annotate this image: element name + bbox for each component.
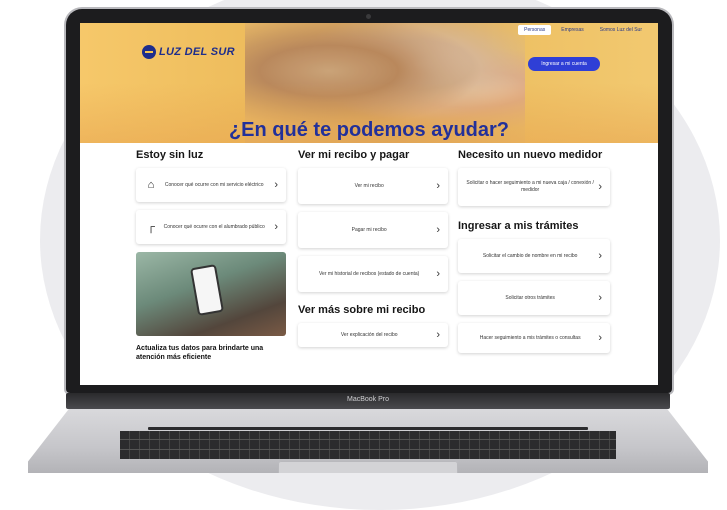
chevron-right-icon: ›	[598, 292, 602, 304]
brand-logo[interactable]: LUZ DEL SUR	[142, 45, 235, 59]
hinge: MacBook Pro	[66, 393, 670, 409]
top-nav: Personas Empresas Somos Luz del Sur	[518, 25, 648, 35]
card-explicacion-recibo[interactable]: Ver explicación del recibo ›	[298, 323, 448, 347]
logo-text: LUZ DEL SUR	[159, 46, 235, 58]
nav-empresas[interactable]: Empresas	[555, 25, 590, 35]
card-label: Solicitar el cambio de nombre en mi reci…	[482, 252, 578, 259]
card-label: Solicitar o hacer seguimiento a mi nueva…	[466, 180, 594, 193]
hero-banner: Personas Empresas Somos Luz del Sur LUZ …	[80, 23, 658, 143]
laptop-base: MacBook Pro	[28, 393, 708, 483]
promo-text[interactable]: Actualiza tus datos para brindarte una a…	[136, 344, 286, 362]
column-recibo: Ver mi recibo y pagar Ver mi recibo › Pa…	[298, 149, 448, 355]
card-ver-recibo[interactable]: Ver mi recibo ›	[298, 168, 448, 204]
column-sin-luz: Estoy sin luz ⌂ Conocer qué ocurre con m…	[136, 149, 286, 362]
touch-bar	[148, 427, 588, 430]
chevron-right-icon: ›	[598, 181, 602, 193]
section-title-mas-recibo: Ver más sobre mi recibo	[298, 304, 426, 316]
card-label: Ver mi recibo	[354, 182, 384, 189]
section-title-tramites: Ingresar a mis trámites	[458, 220, 579, 232]
laptop-screen: Personas Empresas Somos Luz del Sur LUZ …	[80, 23, 658, 385]
streetlight-icon: ┌	[147, 221, 155, 233]
chevron-right-icon: ›	[274, 179, 278, 191]
logo-icon	[142, 45, 156, 59]
card-pagar-recibo[interactable]: Pagar mi recibo ›	[298, 212, 448, 248]
login-button[interactable]: Ingresar a mi cuenta	[528, 57, 600, 71]
card-label: Ver explicación del recibo	[340, 331, 398, 338]
card-seguimiento-tramites[interactable]: Hacer seguimiento a mis trámites o consu…	[458, 323, 610, 353]
card-label: Ver mi historial de recibos (estado de c…	[318, 270, 420, 277]
chevron-right-icon: ›	[436, 180, 440, 192]
card-servicio-electrico[interactable]: ⌂ Conocer qué ocurre con mi servicio elé…	[136, 168, 286, 202]
house-icon: ⌂	[147, 179, 155, 191]
card-historial-recibos[interactable]: Ver mi historial de recibos (estado de c…	[298, 256, 448, 292]
chevron-right-icon: ›	[436, 268, 440, 280]
chevron-right-icon: ›	[598, 332, 602, 344]
card-otros-tramites[interactable]: Solicitar otros trámites ›	[458, 281, 610, 315]
card-label: Conocer qué ocurre con mi servicio eléct…	[164, 181, 264, 188]
camera-icon	[366, 14, 371, 19]
card-nuevo-medidor[interactable]: Solicitar o hacer seguimiento a mi nueva…	[458, 168, 610, 206]
hero-title: ¿En qué te podemos ayudar?	[228, 119, 510, 141]
laptop-lid: Personas Empresas Somos Luz del Sur LUZ …	[66, 9, 672, 393]
chevron-right-icon: ›	[598, 250, 602, 262]
section-title-sin-luz: Estoy sin luz	[136, 149, 204, 161]
laptop-model-label: MacBook Pro	[346, 396, 390, 403]
chevron-right-icon: ›	[436, 329, 440, 341]
section-title-recibo: Ver mi recibo y pagar	[298, 149, 410, 161]
phone-icon	[190, 264, 224, 316]
nav-somos[interactable]: Somos Luz del Sur	[594, 25, 648, 35]
card-label: Conocer qué ocurre con el alumbrado públ…	[163, 223, 265, 230]
card-label: Hacer seguimiento a mis trámites o consu…	[479, 334, 581, 341]
nav-personas[interactable]: Personas	[518, 25, 552, 35]
column-medidor: Necesito un nuevo medidor Solicitar o ha…	[458, 149, 610, 361]
card-label: Pagar mi recibo	[351, 226, 387, 233]
keyboard-deck	[28, 409, 708, 473]
keyboard	[120, 431, 616, 459]
trackpad	[278, 461, 458, 473]
card-cambio-nombre[interactable]: Solicitar el cambio de nombre en mi reci…	[458, 239, 610, 273]
section-title-medidor: Necesito un nuevo medidor	[458, 149, 603, 161]
chevron-right-icon: ›	[274, 221, 278, 233]
promo-image[interactable]	[136, 252, 286, 336]
chevron-right-icon: ›	[436, 224, 440, 236]
card-alumbrado-publico[interactable]: ┌ Conocer qué ocurre con el alumbrado pú…	[136, 210, 286, 244]
card-label: Solicitar otros trámites	[505, 294, 555, 301]
